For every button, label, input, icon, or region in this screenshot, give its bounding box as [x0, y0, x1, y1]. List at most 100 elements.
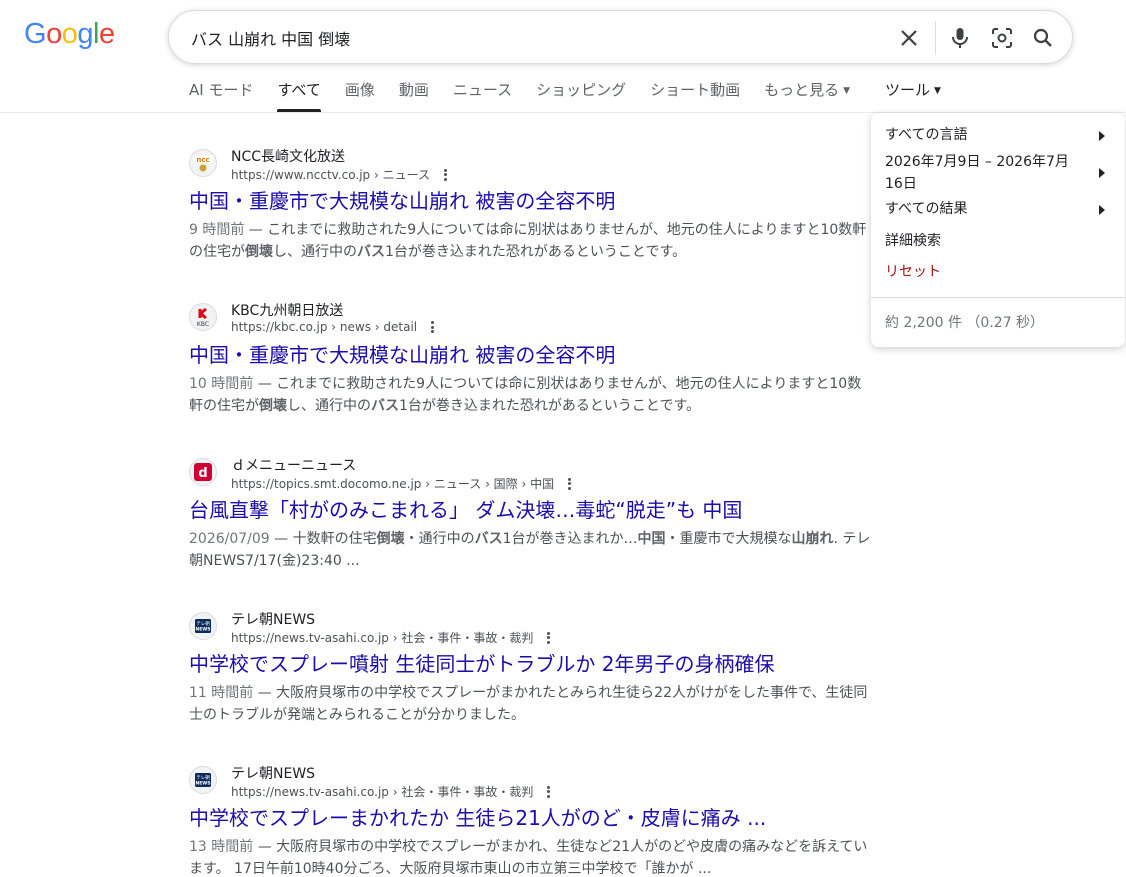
tools-menu: すべての言語 2026年7月9日 – 2026年7月 16日 すべての結果 詳細… [871, 113, 1125, 347]
result-snippet: 11 時間前 — 大阪府貝塚市の中学校でスプレーがまかれたとみられ生徒ら22人が… [189, 685, 868, 723]
tools-button[interactable]: ツール ▼ [885, 78, 941, 103]
more-options-icon[interactable] [547, 785, 551, 798]
date-range-filter[interactable]: 2026年7月9日 – 2026年7月 16日 [885, 151, 1069, 195]
clear-icon[interactable] [895, 24, 923, 52]
search-input[interactable]: バス 山崩れ 中国 倒壊 [191, 26, 350, 50]
url-text: https://news.tv-asahi.co.jp › 社会・事件・事故・裁… [231, 631, 534, 645]
tvasahi-icon[interactable]: テレ朝 NEWS [189, 612, 217, 640]
result-title-link[interactable]: 中国・重慶市で大規模な山崩れ 被害の全容不明 [189, 185, 615, 214]
result-title-link[interactable]: 中学校でスプレー噴射 生徒同士がトラブルか 2年男子の身柄確保 [189, 648, 774, 677]
snippet-text: 1台が巻き込まれた恐れがあるということです。 [385, 244, 687, 260]
caret-down-icon: ▼ [934, 86, 941, 96]
logo-letter: e [98, 18, 115, 50]
result-snippet: 9 時間前 — これまでに救助された9人については命に別状はありませんが、地元の… [189, 222, 867, 260]
logo-letter: o [46, 18, 62, 50]
snippet-highlight: 山崩れ [791, 531, 834, 547]
snippet-text: 大阪府貝塚市の中学校でスプレーがまかれ、生徒など21人がのどや皮膚の痛みなどを訴… [189, 839, 868, 877]
svg-text:KBC: KBC [197, 321, 209, 328]
search-box[interactable]: バス 山崩れ 中国 倒壊 [168, 10, 1073, 64]
result-date: 13 時間前 [189, 839, 254, 855]
site-url[interactable]: https://news.tv-asahi.co.jp › 社会・事件・事故・裁… [231, 629, 551, 646]
result-snippet: 10 時間前 — これまでに救助された9人については命に別状はありませんが、地元… [189, 376, 862, 414]
snippet-text: し、通行中の [273, 244, 357, 260]
site-name[interactable]: ｄメニューニュース [231, 455, 356, 475]
site-url[interactable]: https://news.tv-asahi.co.jp › 社会・事件・事故・裁… [231, 783, 551, 800]
url-text: https://topics.smt.docomo.ne.jp › ニュース ›… [231, 477, 555, 491]
arrow-right-icon [1099, 168, 1105, 178]
snippet-text: 1台が巻き込まれた恐れがあるということです。 [399, 398, 701, 414]
site-name[interactable]: テレ朝NEWS [231, 609, 315, 629]
search-icon[interactable] [1029, 24, 1057, 52]
svg-text:NEWS: NEWS [195, 781, 210, 787]
ncc-icon[interactable]: ncc [189, 149, 217, 177]
tab-videos[interactable]: 動画 [399, 78, 429, 112]
tab-shopping[interactable]: ショッピング [536, 78, 626, 112]
lens-camera-icon[interactable] [988, 24, 1016, 52]
tab-label: AI モード [189, 81, 254, 99]
results-filter[interactable]: すべての結果 [885, 198, 967, 220]
result-stats: 約 2,200 件 （0.27 秒） [885, 315, 1045, 331]
snippet-text: 1台が巻き込まれか… [502, 531, 638, 547]
arrow-right-icon [1099, 131, 1105, 141]
url-text: https://www.ncctv.co.jp › ニュース [231, 168, 430, 182]
tab-label: 動画 [398, 81, 429, 99]
url-text: https://news.tv-asahi.co.jp › 社会・事件・事故・裁… [231, 785, 534, 799]
microphone-icon[interactable] [946, 24, 974, 52]
result-date: 2026/07/09 [189, 531, 270, 547]
search-tabs: AI モード すべて 画像 動画 ニュース ショッピング ショート動画 もっと見… [189, 78, 874, 112]
result-title-link[interactable]: 中国・重慶市で大規模な山崩れ 被害の全容不明 [189, 339, 615, 368]
snippet-highlight: バス [371, 398, 399, 414]
snippet-text: ・重慶市で大規模な [665, 531, 792, 547]
logo-letter: G [24, 18, 47, 50]
snippet-highlight: 中国 [637, 531, 666, 547]
date-range-line: 2026年7月9日 – 2026年7月 [885, 154, 1069, 170]
site-name[interactable]: NCC長崎文化放送 [231, 146, 345, 166]
result-snippet: 2026/07/09 — 十数軒の住宅倒壊・通行中のバス1台が巻き込まれか…中国… [189, 531, 871, 569]
date-range-line: 16日 [885, 176, 917, 192]
more-options-icon[interactable] [547, 631, 551, 644]
language-filter[interactable]: すべての言語 [885, 124, 967, 146]
site-url[interactable]: https://www.ncctv.co.jp › ニュース [231, 166, 447, 183]
result-title-link[interactable]: 中学校でスプレーまかれたか 生徒ら21人がのど・皮膚に痛み ... [189, 802, 766, 831]
tab-news[interactable]: ニュース [453, 78, 512, 112]
tab-all[interactable]: すべて [277, 78, 322, 112]
snippet-text: 大阪府貝塚市の中学校でスプレーがまかれたとみられ生徒ら22人がけがをした事件で、… [189, 685, 868, 723]
tab-images[interactable]: 画像 [345, 78, 375, 112]
site-url[interactable]: https://topics.smt.docomo.ne.jp › ニュース ›… [231, 475, 572, 492]
google-logo[interactable]: Google [24, 18, 122, 54]
caret-down-icon: ▼ [843, 86, 851, 96]
more-options-icon[interactable] [443, 168, 447, 181]
kbc-icon[interactable]: KBC [189, 303, 217, 331]
result-date: 11 時間前 [189, 685, 254, 701]
result-title-link[interactable]: 台風直撃「村がのみこまれる」 ダム決壊…毒蛇“脱走”も 中国 [189, 494, 742, 523]
snippet-text: し、通行中の [287, 398, 371, 414]
tab-short-videos[interactable]: ショート動画 [650, 78, 740, 112]
tab-label: もっと見る [764, 81, 840, 99]
url-text: https://kbc.co.jp › news › detail [231, 320, 418, 334]
svg-text:ncc: ncc [196, 156, 209, 164]
tab-label: すべて [277, 81, 321, 99]
site-name[interactable]: KBC九州朝日放送 [231, 300, 343, 320]
tab-more[interactable]: もっと見る ▼ [764, 78, 850, 112]
dmenu-icon[interactable]: d [189, 458, 217, 486]
advanced-search-link[interactable]: 詳細検索 [885, 230, 941, 252]
tab-label: ショッピング [536, 81, 627, 99]
result-date: 10 時間前 [189, 376, 254, 392]
more-options-icon[interactable] [431, 321, 435, 333]
svg-text:d: d [198, 466, 207, 481]
tab-label: ショート動画 [650, 81, 741, 99]
search-divider [935, 21, 936, 55]
more-options-icon[interactable] [568, 477, 572, 490]
logo-letter: o [61, 18, 78, 50]
tools-label: ツール [885, 81, 931, 99]
menu-divider [871, 297, 1125, 298]
site-name[interactable]: テレ朝NEWS [231, 763, 315, 783]
tvasahi-icon[interactable]: テレ朝 NEWS [189, 766, 217, 794]
snippet-highlight: バス [474, 531, 503, 547]
tab-ai-mode[interactable]: AI モード [189, 78, 253, 112]
result-snippet: 13 時間前 — 大阪府貝塚市の中学校でスプレーがまかれ、生徒など21人がのどや… [189, 839, 868, 877]
site-url[interactable]: https://kbc.co.jp › news › detail [231, 320, 435, 334]
result-date: 9 時間前 [189, 222, 245, 238]
reset-link[interactable]: リセット [885, 261, 941, 283]
snippet-text: 十数軒の住宅 [292, 531, 377, 547]
